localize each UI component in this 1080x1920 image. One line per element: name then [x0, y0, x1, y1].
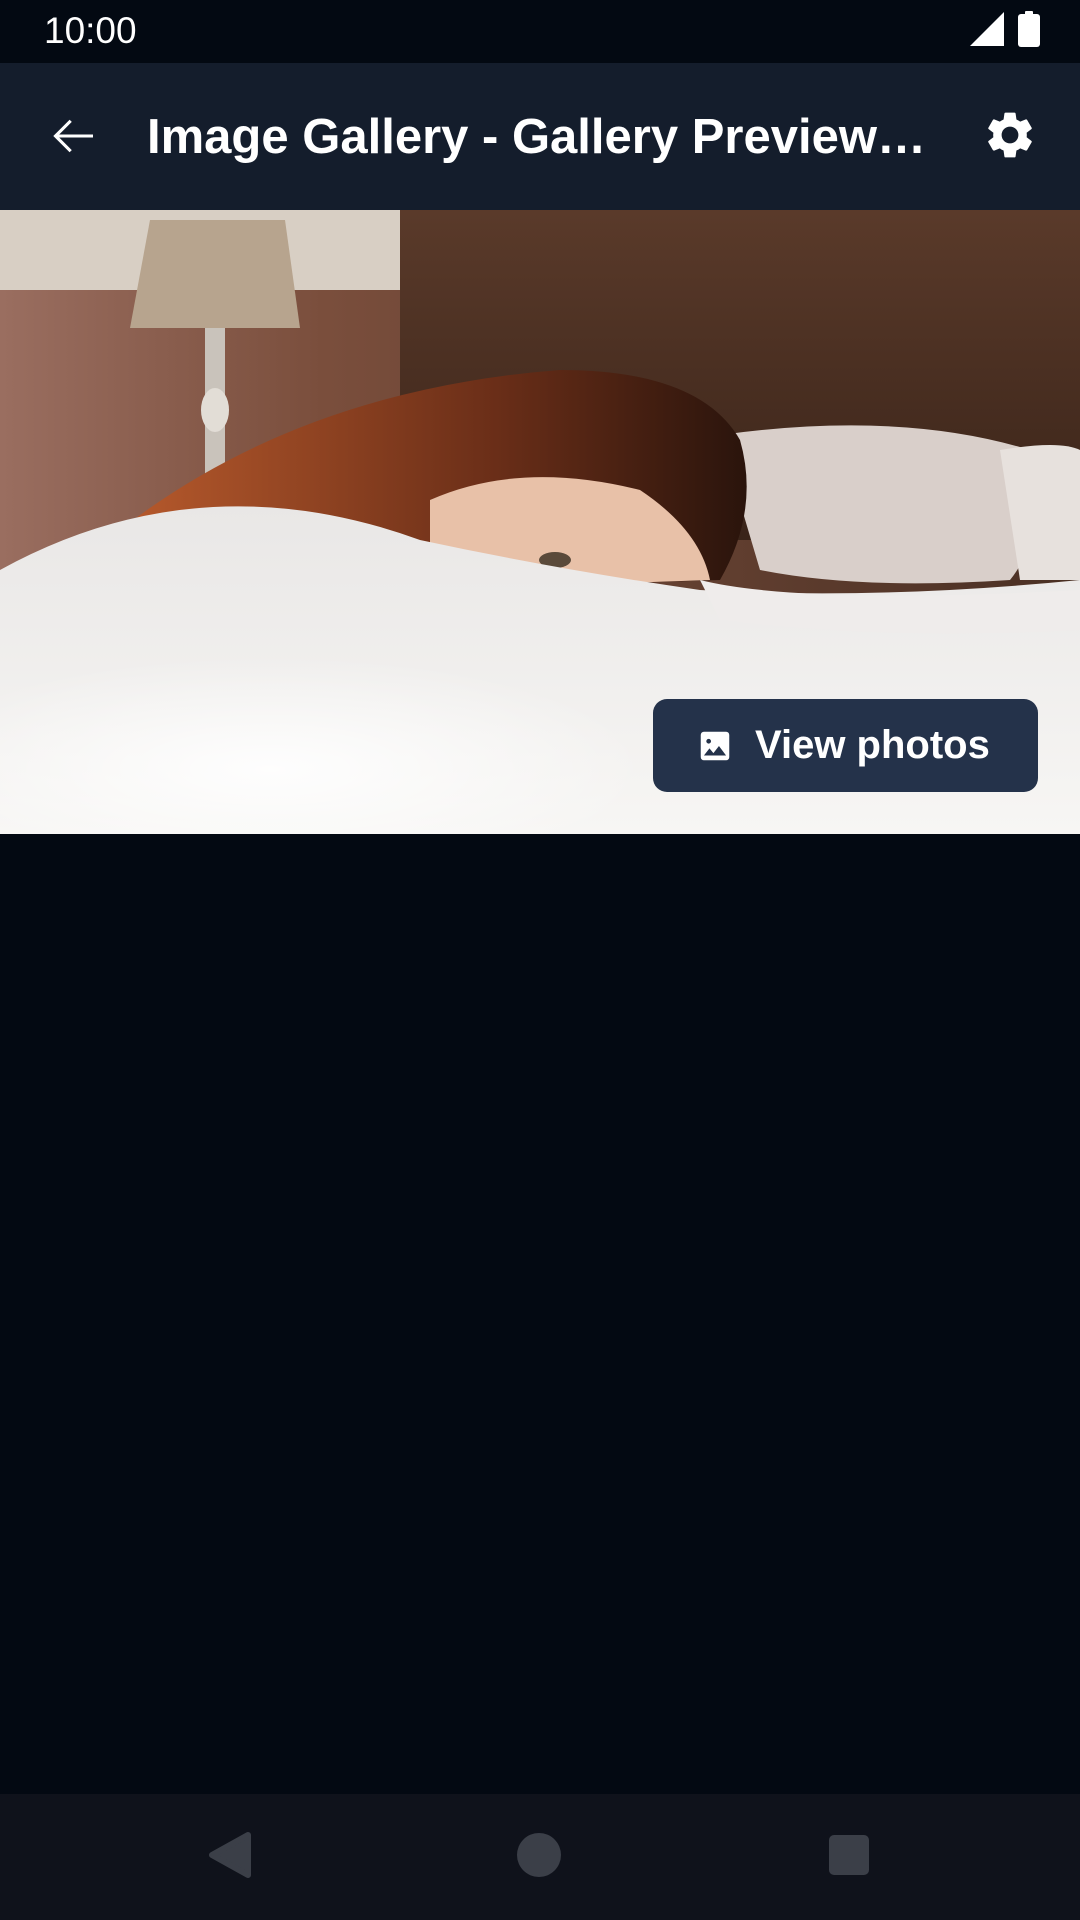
back-button[interactable]	[38, 103, 108, 173]
nav-home-icon	[515, 1831, 563, 1884]
arrow-back-icon	[49, 112, 97, 165]
nav-home-button[interactable]	[506, 1824, 572, 1890]
view-photos-button[interactable]: View photos	[653, 699, 1038, 792]
page-title: Image Gallery - Gallery Preview with But…	[147, 110, 937, 164]
system-navigation-bar	[0, 1794, 1080, 1920]
status-icons	[970, 10, 1040, 51]
nav-back-button[interactable]	[196, 1824, 262, 1890]
image-icon	[695, 726, 735, 766]
signal-icon	[970, 11, 1004, 51]
gear-icon	[982, 107, 1038, 168]
app-bar: Image Gallery - Gallery Preview with But…	[0, 63, 1080, 210]
gallery-preview[interactable]: View photos	[0, 210, 1080, 834]
settings-button[interactable]	[974, 101, 1046, 173]
status-time: 10:00	[44, 10, 137, 51]
nav-recents-icon	[828, 1834, 870, 1881]
nav-recents-button[interactable]	[816, 1824, 882, 1890]
battery-icon	[1018, 10, 1040, 52]
status-bar: 10:00	[0, 0, 1080, 63]
view-photos-label: View photos	[755, 723, 990, 767]
screen: 10:00 Image Gallery - Gallery Preview w …	[0, 0, 1080, 1920]
nav-back-icon	[206, 1831, 252, 1884]
